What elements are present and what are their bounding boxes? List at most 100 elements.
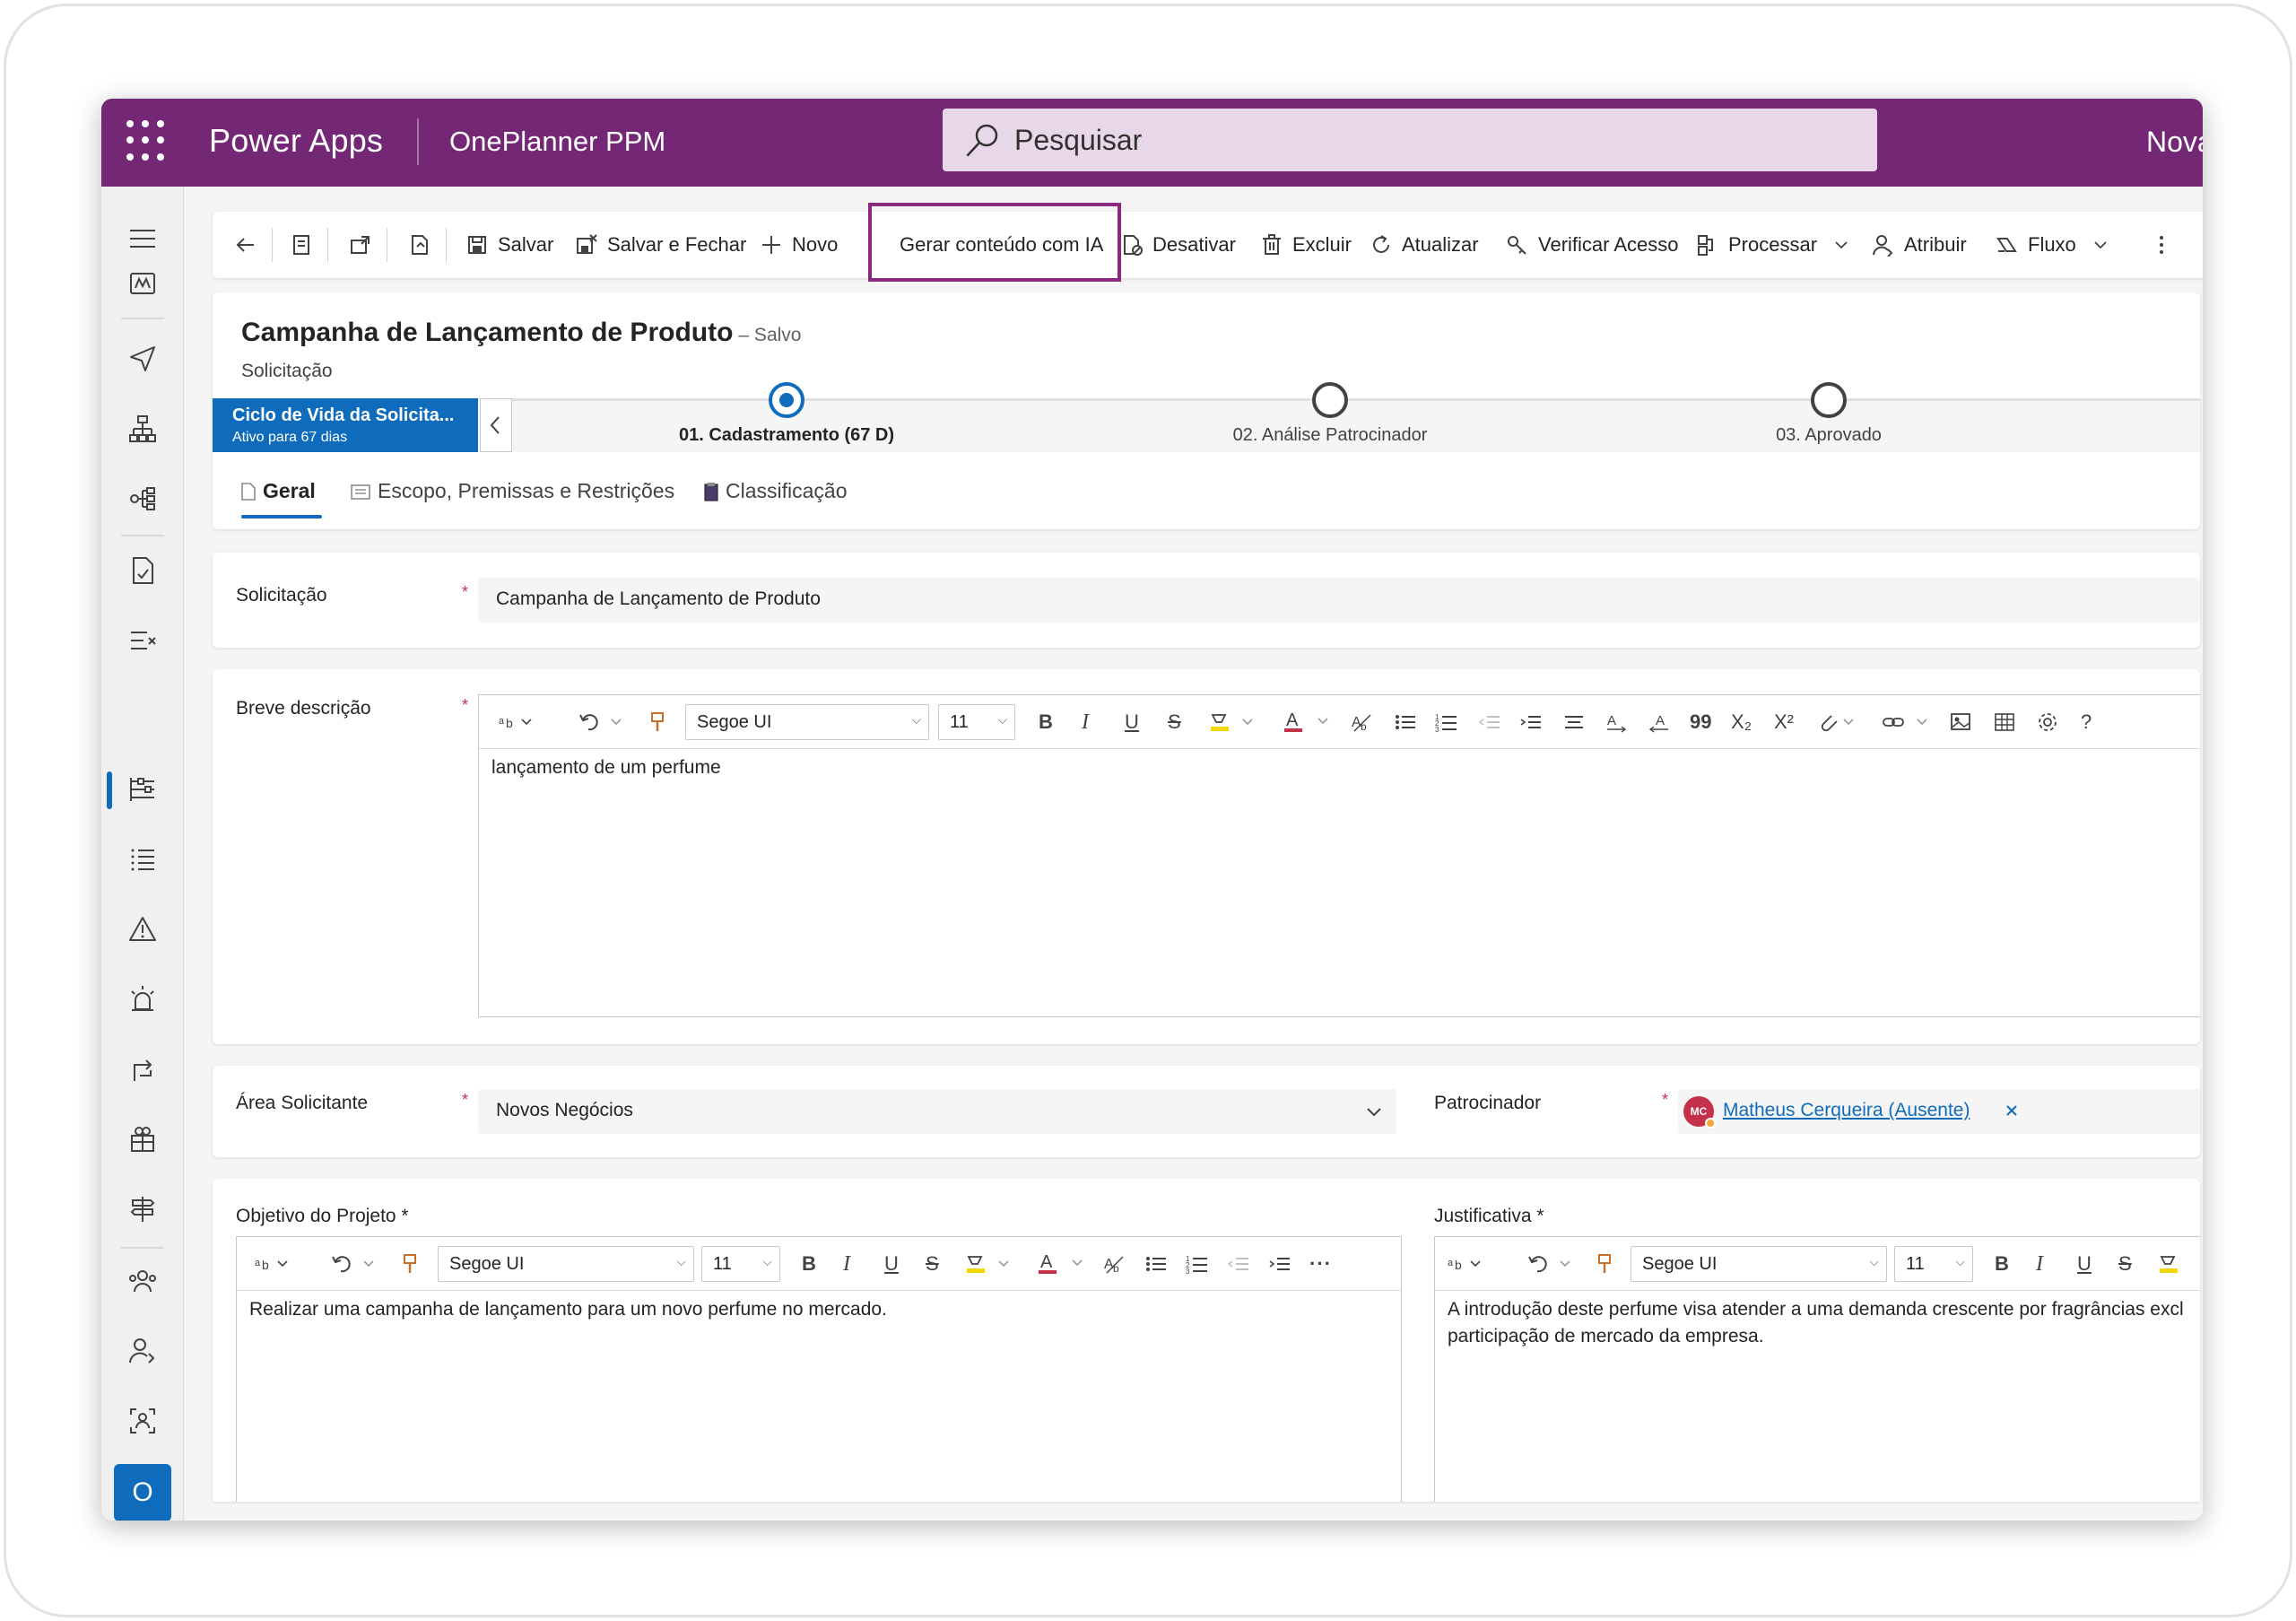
save-close-button[interactable]: Salvar e Fechar: [575, 212, 746, 278]
bpf-previous-button[interactable]: [480, 398, 512, 452]
app-launcher-icon[interactable]: [126, 120, 168, 161]
undo-icon[interactable]: [578, 695, 626, 749]
branch-icon[interactable]: [119, 475, 166, 522]
text-direction-ltr-icon[interactable]: A: [1605, 695, 1629, 749]
image-icon[interactable]: [1950, 695, 1973, 749]
superscript-button[interactable]: X²: [1774, 695, 1794, 749]
numbered-list-icon[interactable]: 123: [1435, 695, 1458, 749]
justificativa-editor[interactable]: ᵃb Segoe UI ⌵ 11 ⌵ B I U S A introdução de…: [1434, 1236, 2200, 1502]
highlight-icon[interactable]: [1209, 695, 1259, 749]
gift-icon[interactable]: [119, 1116, 166, 1163]
clear-format-icon[interactable]: Ab: [1103, 1237, 1126, 1291]
bpf-stage-3-node[interactable]: [1811, 382, 1847, 418]
dashboard-icon[interactable]: [119, 260, 166, 307]
arrow-swap-icon[interactable]: [119, 1046, 166, 1093]
increase-indent-icon[interactable]: [1268, 1237, 1292, 1291]
new-button[interactable]: Novo: [760, 212, 838, 278]
bold-button[interactable]: B: [802, 1237, 816, 1291]
font-size-select[interactable]: 11 ⌵: [1894, 1246, 1973, 1282]
italic-button[interactable]: I: [843, 1237, 850, 1291]
flow-button[interactable]: Fluxo: [1996, 212, 2118, 278]
solicitacao-field[interactable]: Campanha de Lançamento de Produto: [478, 578, 2200, 623]
paint-brush-icon[interactable]: [400, 1237, 420, 1291]
subscript-button[interactable]: X₂: [1731, 695, 1752, 749]
bpf-stage-2-label[interactable]: 02. Análise Patrocinador: [1233, 425, 1428, 446]
paint-brush-icon[interactable]: [648, 695, 667, 749]
area-solicitante-select[interactable]: Novos Negócios: [478, 1089, 1396, 1134]
font-color-icon[interactable]: A: [1283, 695, 1335, 749]
bpf-stage-3-label[interactable]: 03. Aprovado: [1776, 425, 1882, 446]
bullet-list-icon[interactable]: [1144, 1237, 1168, 1291]
tab-classificacao[interactable]: Classificação: [704, 479, 848, 503]
format-painter-icon[interactable]: ᵃb: [499, 695, 535, 749]
tab-escopo[interactable]: Escopo, Premissas e Restrições: [351, 479, 674, 503]
decrease-indent-icon[interactable]: [1478, 695, 1501, 749]
numbered-list-icon[interactable]: 123: [1186, 1237, 1209, 1291]
bold-button[interactable]: B: [1995, 1237, 2009, 1291]
deactivate-button[interactable]: Desativar: [1120, 212, 1236, 278]
settings-icon[interactable]: [2036, 695, 2059, 749]
format-painter-icon[interactable]: ᵃb: [255, 1237, 291, 1291]
decrease-indent-icon[interactable]: [1227, 1237, 1250, 1291]
attachment-icon[interactable]: [1819, 695, 1858, 749]
font-color-icon[interactable]: A: [1037, 1237, 1089, 1291]
send-icon[interactable]: [119, 336, 166, 382]
font-family-select[interactable]: Segoe UI ⌵: [685, 704, 929, 740]
strikethrough-button[interactable]: S: [926, 1237, 939, 1291]
new-look-toggle-label[interactable]: Nova: [2146, 126, 2203, 159]
format-painter-icon[interactable]: ᵃb: [1448, 1237, 1483, 1291]
help-button[interactable]: ?: [2081, 695, 2092, 749]
highlight-icon[interactable]: [2158, 1237, 2181, 1291]
patrocinador-lookup[interactable]: MC Matheus Cerqueira (Ausente): [1678, 1089, 2200, 1134]
paint-brush-icon[interactable]: [1595, 1237, 1614, 1291]
signpost-icon[interactable]: [119, 1186, 166, 1233]
person-arrow-icon[interactable]: [119, 1328, 166, 1374]
clear-format-icon[interactable]: Ab: [1351, 695, 1374, 749]
font-family-select[interactable]: Segoe UI ⌵: [1631, 1246, 1887, 1282]
italic-button[interactable]: I: [2036, 1237, 2043, 1291]
font-size-select[interactable]: 11 ⌵: [938, 704, 1015, 740]
more-options-button[interactable]: ···: [1309, 1237, 1332, 1291]
strikethrough-button[interactable]: S: [2118, 1237, 2132, 1291]
italic-button[interactable]: I: [1082, 695, 1089, 749]
person-scan-icon[interactable]: [119, 1398, 166, 1444]
process-button[interactable]: Processar: [1696, 212, 1858, 278]
bold-button[interactable]: B: [1039, 695, 1053, 749]
share-button[interactable]: [408, 212, 440, 278]
task-list-icon[interactable]: [119, 617, 166, 664]
warning-icon[interactable]: [119, 906, 166, 953]
people-team-icon[interactable]: [119, 1258, 166, 1304]
save-button[interactable]: Salvar: [465, 212, 553, 278]
underline-button[interactable]: U: [2077, 1237, 2092, 1291]
assign-button[interactable]: Atribuir: [1872, 212, 1967, 278]
hierarchy-icon[interactable]: [119, 405, 166, 452]
font-family-select[interactable]: Segoe UI ⌵: [438, 1246, 694, 1282]
sections-icon[interactable]: [119, 766, 166, 813]
back-button[interactable]: [234, 212, 266, 278]
breve-descricao-editor[interactable]: ᵃb Segoe UI ⌵ 11 ⌵ B I U S A Ab 123 A A 99…: [478, 694, 2200, 1017]
open-new-window-button[interactable]: [349, 212, 381, 278]
bullet-list-icon[interactable]: [1394, 695, 1417, 749]
search-input[interactable]: Pesquisar: [943, 109, 1877, 171]
hamburger-menu-icon[interactable]: [119, 215, 166, 262]
bpf-stage-2-node[interactable]: [1312, 382, 1348, 418]
delete-button[interactable]: Excluir: [1260, 212, 1352, 278]
objetivo-editor[interactable]: ᵃb Segoe UI ⌵ 11 ⌵ B I U S A Ab 123 ··· Re…: [236, 1236, 1402, 1502]
numbered-list-icon[interactable]: [119, 836, 166, 883]
bpf-stage-1-label[interactable]: 01. Cadastramento (67 D): [679, 425, 894, 446]
alert-light-icon[interactable]: [119, 976, 166, 1023]
check-access-button[interactable]: Verificar Acesso: [1506, 212, 1679, 278]
form-view-button[interactable]: [290, 212, 322, 278]
underline-button[interactable]: U: [1125, 695, 1139, 749]
tab-geral[interactable]: Geral: [241, 479, 316, 503]
underline-button[interactable]: U: [884, 1237, 899, 1291]
app-name[interactable]: Power Apps: [209, 122, 383, 160]
user-avatar[interactable]: O: [114, 1464, 171, 1521]
environment-name[interactable]: OnePlanner PPM: [449, 126, 665, 158]
highlight-icon[interactable]: [965, 1237, 1015, 1291]
strikethrough-button[interactable]: S: [1168, 695, 1181, 749]
quote-button[interactable]: 99: [1690, 695, 1711, 749]
increase-indent-icon[interactable]: [1519, 695, 1543, 749]
document-check-icon[interactable]: [119, 547, 166, 594]
table-icon[interactable]: [1993, 695, 2016, 749]
